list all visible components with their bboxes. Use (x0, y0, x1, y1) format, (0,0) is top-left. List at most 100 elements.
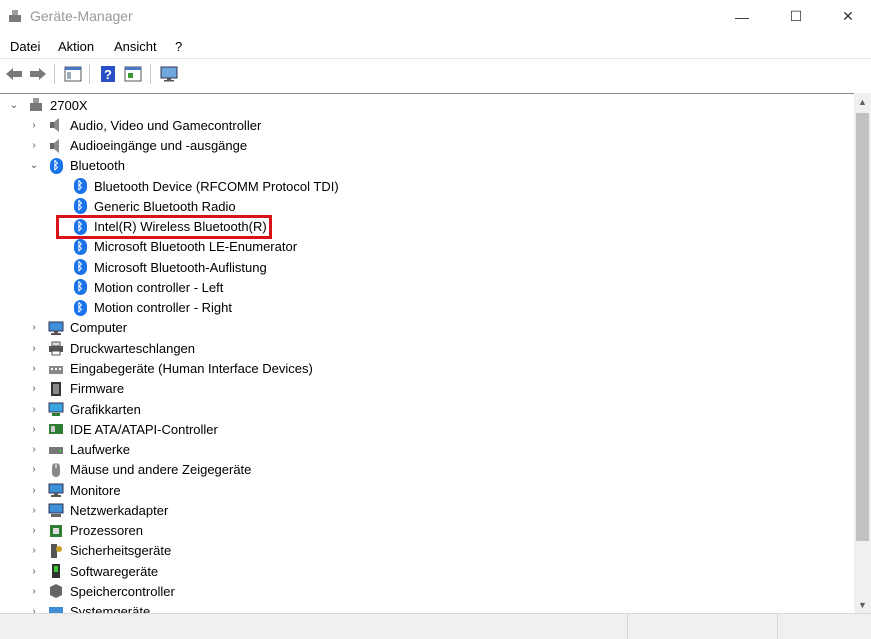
menu-ansicht[interactable]: Ansicht (114, 39, 157, 54)
tree-node-label: Speichercontroller (70, 583, 175, 599)
chevron-right-icon[interactable]: › (28, 504, 40, 516)
computer-tower-icon (28, 97, 44, 113)
tree-device[interactable]: ᛒ Microsoft Bluetooth-Auflistung (52, 257, 267, 277)
chevron-right-icon[interactable]: › (28, 423, 40, 435)
tree-category[interactable]: › Prozessoren (28, 521, 143, 541)
chevron-right-icon[interactable]: › (28, 363, 40, 375)
chevron-down-icon[interactable]: ⌄ (28, 160, 40, 172)
tree-category[interactable]: › Computer (28, 318, 127, 338)
bluetooth-icon: ᛒ (72, 198, 88, 215)
bluetooth-icon: ᛒ (48, 157, 64, 174)
network-adapter-icon (48, 502, 64, 518)
tree-category[interactable]: › Audio, Video und Gamecontroller (28, 115, 261, 135)
tree-node-label: Firmware (70, 381, 125, 397)
bluetooth-icon: ᛒ (72, 259, 88, 276)
tree-category[interactable]: › Speichercontroller (28, 581, 175, 601)
tree-category[interactable]: › IDE ATA/ATAPI-Controller (28, 419, 218, 439)
scroll-thumb[interactable] (856, 113, 869, 541)
chevron-right-icon[interactable]: › (28, 119, 40, 131)
back-button[interactable] (4, 64, 24, 84)
tree-category[interactable]: › Grafikkarten (28, 399, 141, 419)
toolbar: ? (0, 58, 871, 89)
tree-category[interactable]: › Laufwerke (28, 440, 130, 460)
chevron-right-icon[interactable]: › (28, 403, 40, 415)
help-button[interactable]: ? (98, 64, 118, 84)
chevron-down-icon[interactable]: ⌄ (8, 99, 20, 111)
tree-category[interactable]: › Sicherheitsgeräte (28, 541, 171, 561)
processor-icon (48, 523, 64, 539)
scroll-down-icon[interactable]: ▼ (854, 596, 871, 613)
tree-node-label: Grafikkarten (70, 401, 141, 417)
chevron-right-icon[interactable]: › (28, 383, 40, 395)
menu-aktion[interactable]: Aktion (58, 39, 94, 54)
tree-device[interactable]: ᛒ Bluetooth Device (RFCOMM Protocol TDI) (52, 176, 339, 196)
device-tree[interactable]: ⌄ 2700X › Audio, Video und Gamecontroller… (0, 93, 871, 614)
toolbar-separator (54, 64, 55, 84)
chevron-right-icon[interactable]: › (28, 484, 40, 496)
tree-root-label: 2700X (50, 97, 88, 113)
hid-icon (48, 361, 64, 377)
tree-category[interactable]: › Firmware (28, 379, 124, 399)
close-button[interactable]: ✕ (825, 0, 871, 33)
tree-node-label: Prozessoren (70, 523, 143, 539)
chevron-right-icon[interactable]: › (28, 525, 40, 537)
disk-drive-icon (48, 442, 64, 458)
show-hide-console-tree-icon (64, 66, 82, 82)
tree-device[interactable]: ᛒ Generic Bluetooth Radio (52, 196, 236, 216)
chevron-right-icon[interactable]: › (28, 545, 40, 557)
highlight-box (56, 215, 272, 239)
forward-arrow-icon (30, 68, 46, 80)
tree-category[interactable]: ⌄ ᛒ Bluetooth (28, 156, 125, 176)
toolbar-separator (150, 64, 151, 84)
tree-root[interactable]: ⌄ 2700X (8, 95, 88, 115)
tree-device[interactable]: ᛒ Microsoft Bluetooth LE-Enumerator (52, 237, 297, 257)
tree-node-label: Eingabegeräte (Human Interface Devices) (70, 361, 313, 376)
tree-device[interactable]: ᛒ Motion controller - Left (52, 277, 223, 297)
mouse-icon (48, 462, 64, 478)
minimize-button[interactable]: — (719, 0, 765, 33)
chevron-right-icon[interactable]: › (28, 444, 40, 456)
chevron-right-icon[interactable]: › (28, 565, 40, 577)
menu-help[interactable]: ? (175, 39, 182, 54)
scan-hardware-button[interactable] (159, 64, 179, 84)
tree-node-label: Sicherheitsgeräte (70, 543, 172, 559)
properties-icon (124, 66, 142, 82)
tree-node-label: Audioeingänge und -ausgänge (70, 138, 248, 154)
forward-button[interactable] (28, 64, 48, 84)
printer-icon (48, 340, 64, 356)
show-hide-tree-button[interactable] (63, 64, 83, 84)
tree-category[interactable]: › Eingabegeräte (Human Interface Devices) (28, 359, 313, 379)
chevron-right-icon[interactable]: › (28, 140, 40, 152)
tree-category[interactable]: › Netzwerkadapter (28, 500, 168, 520)
tree-category[interactable]: › Mäuse und andere Zeigegeräte (28, 460, 251, 480)
chevron-right-icon[interactable]: › (28, 342, 40, 354)
tree-category[interactable]: › Monitore (28, 480, 120, 500)
scroll-up-icon[interactable]: ▲ (854, 93, 871, 110)
help-icon: ? (101, 66, 115, 82)
tree-node-label: Motion controller - Left (94, 279, 224, 295)
menu-datei[interactable]: Datei (10, 39, 40, 54)
tree-node-label: Computer (70, 320, 128, 336)
chevron-right-icon[interactable]: › (28, 585, 40, 597)
tree-category[interactable]: › Druckwarteschlangen (28, 338, 195, 358)
chevron-right-icon[interactable]: › (28, 322, 40, 334)
properties-button[interactable] (123, 64, 143, 84)
vertical-scrollbar[interactable]: ▲ ▼ (854, 93, 871, 613)
minimize-icon: — (735, 8, 749, 25)
tree-node-label: Microsoft Bluetooth-Auflistung (94, 259, 267, 275)
chevron-right-icon[interactable]: › (28, 464, 40, 476)
window-title: Geräte-Manager (30, 8, 133, 24)
tree-node-label: Generic Bluetooth Radio (94, 198, 236, 214)
tree-node-label: Microsoft Bluetooth LE-Enumerator (94, 239, 298, 255)
title-bar: Geräte-Manager — ☐ ✕ (0, 0, 871, 33)
svg-text:?: ? (104, 67, 112, 82)
tree-node-label: Mäuse und andere Zeigegeräte (70, 462, 252, 478)
status-separator (627, 614, 628, 639)
tree-category[interactable]: › Audioeingänge und -ausgänge (28, 136, 247, 156)
tree-category[interactable]: › Softwaregeräte (28, 561, 158, 581)
maximize-button[interactable]: ☐ (773, 0, 819, 33)
tree-device[interactable]: ᛒ Motion controller - Right (52, 298, 232, 318)
speaker-icon (48, 138, 64, 154)
tree-node-label: Netzwerkadapter (70, 502, 169, 518)
monitor-icon (48, 482, 64, 498)
